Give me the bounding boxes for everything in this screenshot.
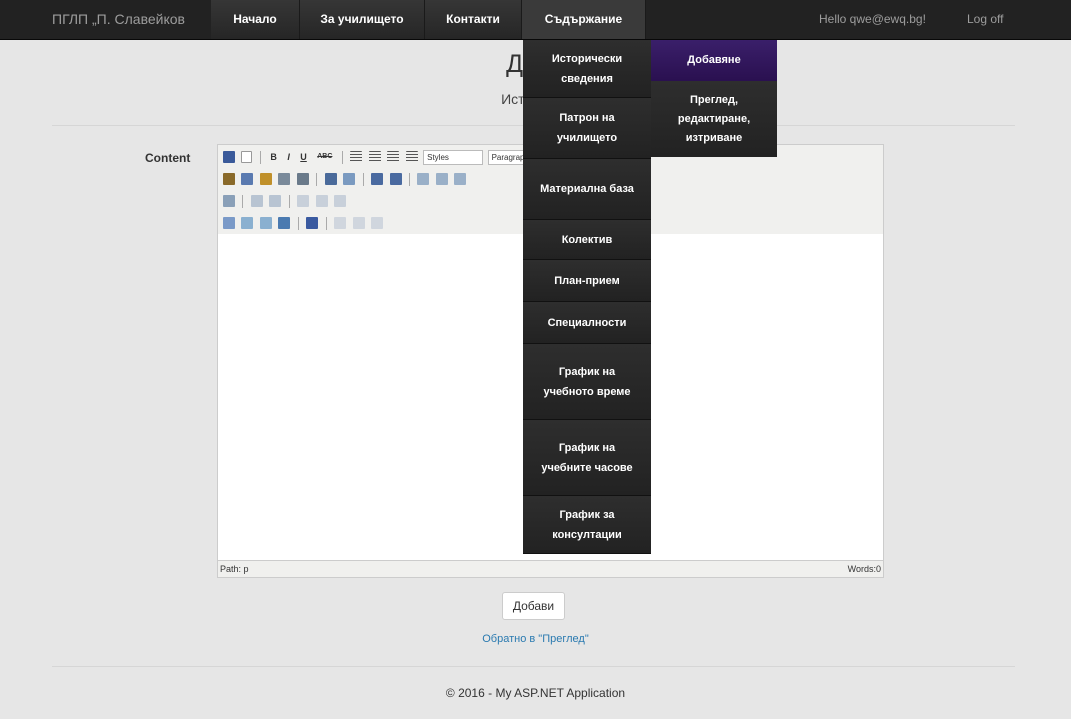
align-right-icon[interactable]	[387, 151, 400, 163]
footer-copyright: © 2016 - My ASP.NET Application	[445, 686, 626, 700]
underline-button[interactable]: U	[298, 150, 309, 164]
nav-contacts[interactable]: Контакти	[425, 0, 522, 39]
toolbar-separator	[316, 173, 318, 186]
submenu-item-add[interactable]: Добавяне	[651, 40, 777, 81]
paste-icon[interactable]	[259, 173, 272, 185]
move-backward-icon[interactable]	[259, 217, 272, 229]
acronym-icon[interactable]	[371, 217, 384, 229]
bullet-list-icon[interactable]	[371, 173, 384, 185]
table-row-props-icon[interactable]	[250, 195, 263, 207]
paste-text-icon[interactable]	[278, 173, 291, 185]
menu-item-school-patron[interactable]: Патрон на училището	[523, 98, 651, 159]
absolute-position-icon[interactable]	[278, 217, 291, 229]
insert-row-icon[interactable]	[297, 195, 310, 207]
new-document-icon[interactable]	[241, 151, 253, 163]
toolbar-separator	[362, 173, 364, 186]
bold-button[interactable]: B	[268, 150, 279, 164]
editor-status-bar: Path: p Words:0	[218, 560, 883, 577]
delete-row-icon[interactable]	[315, 195, 328, 207]
styles-props-icon[interactable]	[306, 217, 319, 229]
nav-about-school[interactable]: За училището	[300, 0, 425, 39]
submenu-item-view-edit-delete[interactable]: Преглед, редактиране, изтриване	[651, 81, 777, 157]
cut-icon[interactable]	[223, 173, 235, 185]
abbr-icon[interactable]	[352, 217, 365, 229]
menu-item-admission-plan[interactable]: План-прием	[523, 260, 651, 302]
cite-icon[interactable]	[334, 217, 347, 229]
toolbar-separator	[288, 195, 290, 208]
numbered-list-icon[interactable]	[389, 173, 402, 185]
nav-content[interactable]: Съдържание	[522, 0, 646, 39]
align-left-icon[interactable]	[350, 151, 363, 163]
footer-divider	[52, 666, 1015, 667]
paste-word-icon[interactable]	[296, 173, 309, 185]
strikethrough-button[interactable]: ABC	[315, 150, 334, 164]
indent-icon[interactable]	[435, 173, 448, 185]
menu-item-specialties[interactable]: Специалности	[523, 302, 651, 344]
nav-home[interactable]: Начало	[211, 0, 300, 39]
replace-icon[interactable]	[343, 173, 356, 185]
styles-select[interactable]: Styles	[423, 150, 484, 165]
move-forward-icon[interactable]	[241, 217, 254, 229]
menu-item-staff[interactable]: Колектив	[523, 220, 651, 260]
top-navbar: ПГЛП „П. Славейков Начало За училището К…	[0, 0, 1071, 40]
blockquote-icon[interactable]	[454, 173, 467, 185]
toolbar-separator	[408, 173, 410, 186]
align-justify-icon[interactable]	[405, 151, 418, 163]
add-button[interactable]: Добави	[502, 592, 565, 620]
toolbar-separator	[341, 151, 343, 164]
brand-link[interactable]: ПГЛП „П. Славейков	[52, 0, 185, 39]
toolbar-separator	[242, 195, 244, 208]
outdent-icon[interactable]	[417, 173, 430, 185]
save-icon[interactable]	[223, 151, 235, 163]
insert-layer-icon[interactable]	[223, 217, 235, 229]
copy-icon[interactable]	[241, 173, 254, 185]
italic-button[interactable]: I	[285, 150, 292, 164]
toolbar-separator	[259, 151, 261, 164]
menu-item-facilities[interactable]: Материална база	[523, 159, 651, 220]
user-greeting-link[interactable]: Hello qwe@ewq.bg!	[819, 0, 926, 39]
table-cell-props-icon[interactable]	[269, 195, 282, 207]
editor-path: Path: p	[220, 564, 249, 574]
menu-item-historical-info[interactable]: Исторически сведения	[523, 40, 651, 98]
menu-item-consultations-schedule[interactable]: График за консултации	[523, 496, 651, 554]
toolbar-separator	[325, 217, 327, 230]
logoff-link[interactable]: Log off	[967, 0, 1003, 39]
back-to-overview-link[interactable]: Обратно в "Преглед"	[0, 633, 1071, 645]
content-label: Content	[145, 151, 191, 165]
menu-item-school-time-schedule[interactable]: График на учебното време	[523, 344, 651, 420]
find-icon[interactable]	[324, 173, 337, 185]
insert-col-icon[interactable]	[334, 195, 347, 207]
align-center-icon[interactable]	[368, 151, 381, 163]
toolbar-separator	[297, 217, 299, 230]
edit-css-icon[interactable]	[223, 195, 235, 207]
menu-item-class-hours-schedule[interactable]: График на учебните часове	[523, 420, 651, 496]
word-count: Words:0	[847, 564, 881, 574]
